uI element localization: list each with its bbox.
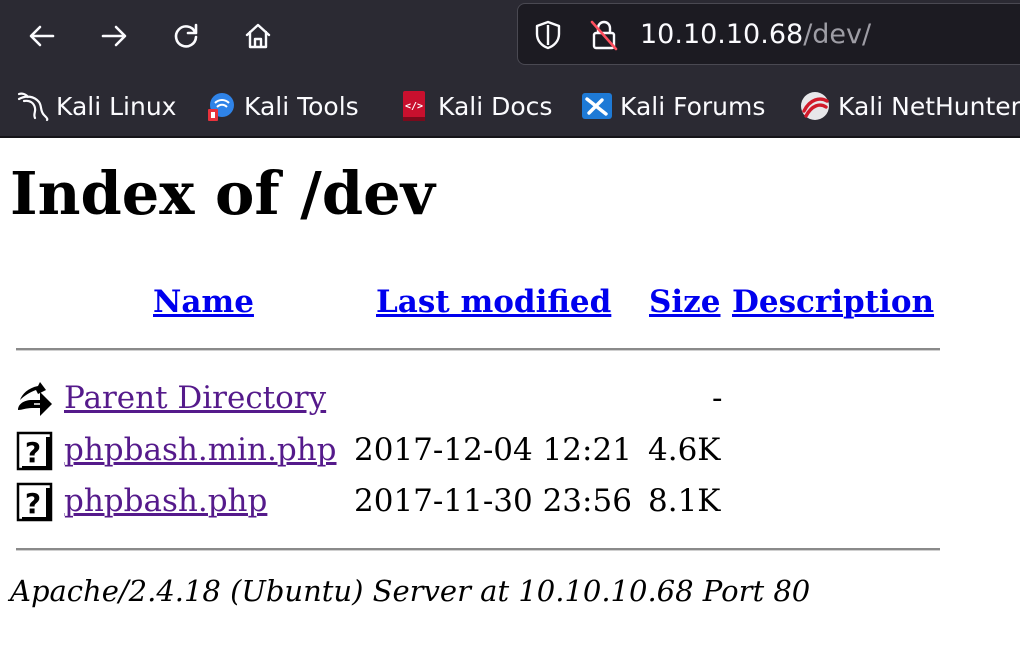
page-content: Index of /dev Name Last modified Size De… bbox=[0, 138, 1020, 646]
kali-docs-icon: </> bbox=[403, 91, 425, 121]
browser-toolbar: 10.10.10.68/dev/ bbox=[0, 0, 1020, 74]
kali-forums-icon bbox=[582, 93, 612, 119]
page-title: Index of /dev bbox=[10, 159, 435, 228]
bookmark-kali-docs[interactable]: </> Kali Docs bbox=[398, 88, 552, 124]
bookmark-label: Kali Docs bbox=[438, 91, 553, 121]
footer-divider bbox=[16, 548, 940, 551]
arrow-right-icon bbox=[101, 25, 127, 47]
bookmark-kali-nethunter[interactable]: Kali NetHunter bbox=[798, 88, 1020, 124]
sort-by-size-link[interactable]: Size bbox=[649, 282, 721, 322]
sort-by-description-link[interactable]: Description bbox=[732, 282, 934, 322]
bookmark-label: Kali Forums bbox=[620, 91, 766, 121]
bookmark-kali-tools[interactable]: Kali Tools bbox=[204, 88, 359, 124]
url-path: /dev/ bbox=[803, 19, 872, 50]
sort-by-name-link[interactable]: Name bbox=[153, 282, 254, 322]
url-host: 10.10.10.68 bbox=[640, 19, 804, 50]
parent-directory-link[interactable]: Parent Directory bbox=[64, 378, 326, 418]
kali-nethunter-icon bbox=[801, 92, 829, 120]
header-divider bbox=[16, 348, 940, 351]
back-button[interactable] bbox=[20, 14, 64, 58]
bookmark-kali-forums[interactable]: Kali Forums bbox=[580, 88, 765, 124]
address-bar[interactable]: 10.10.10.68/dev/ bbox=[517, 3, 1020, 65]
unknown-file-icon: ? bbox=[16, 431, 53, 471]
bookmark-label: Kali Tools bbox=[244, 91, 359, 121]
insecure-lock-icon[interactable] bbox=[588, 18, 620, 52]
bookmarks-bar: Kali Linux Kali Tools </> Kali Docs Kali… bbox=[0, 74, 1020, 138]
back-arrow-icon bbox=[18, 382, 52, 416]
sort-by-last-modified-link[interactable]: Last modified bbox=[376, 282, 611, 322]
server-signature: Apache/2.4.18 (Ubuntu) Server at 10.10.1… bbox=[10, 574, 811, 608]
bookmark-label: Kali NetHunter bbox=[838, 91, 1020, 121]
svg-text:</>: </> bbox=[405, 101, 423, 112]
file-link[interactable]: phpbash.php bbox=[64, 481, 267, 521]
forward-button[interactable] bbox=[92, 14, 136, 58]
bookmark-kali-linux[interactable]: Kali Linux bbox=[16, 88, 176, 124]
home-icon bbox=[245, 23, 271, 49]
svg-text:?: ? bbox=[25, 436, 41, 469]
url-text[interactable]: 10.10.10.68/dev/ bbox=[640, 18, 871, 52]
file-size: - bbox=[712, 380, 723, 416]
unknown-file-icon: ? bbox=[16, 482, 53, 522]
last-modified: 2017-11-30 23:56 bbox=[354, 483, 632, 519]
arrow-left-icon bbox=[29, 25, 55, 47]
home-button[interactable] bbox=[236, 14, 280, 58]
shield-icon[interactable] bbox=[532, 19, 564, 51]
reload-icon bbox=[174, 23, 198, 48]
file-size: 8.1K bbox=[648, 483, 721, 519]
kali-tools-icon bbox=[208, 93, 234, 121]
reload-button[interactable] bbox=[164, 14, 208, 58]
file-link[interactable]: phpbash.min.php bbox=[64, 430, 337, 470]
file-size: 4.6K bbox=[648, 432, 721, 468]
svg-text:?: ? bbox=[25, 487, 41, 520]
bookmark-label: Kali Linux bbox=[56, 91, 177, 121]
kali-dragon-icon bbox=[17, 92, 49, 122]
last-modified: 2017-12-04 12:21 bbox=[354, 432, 632, 468]
